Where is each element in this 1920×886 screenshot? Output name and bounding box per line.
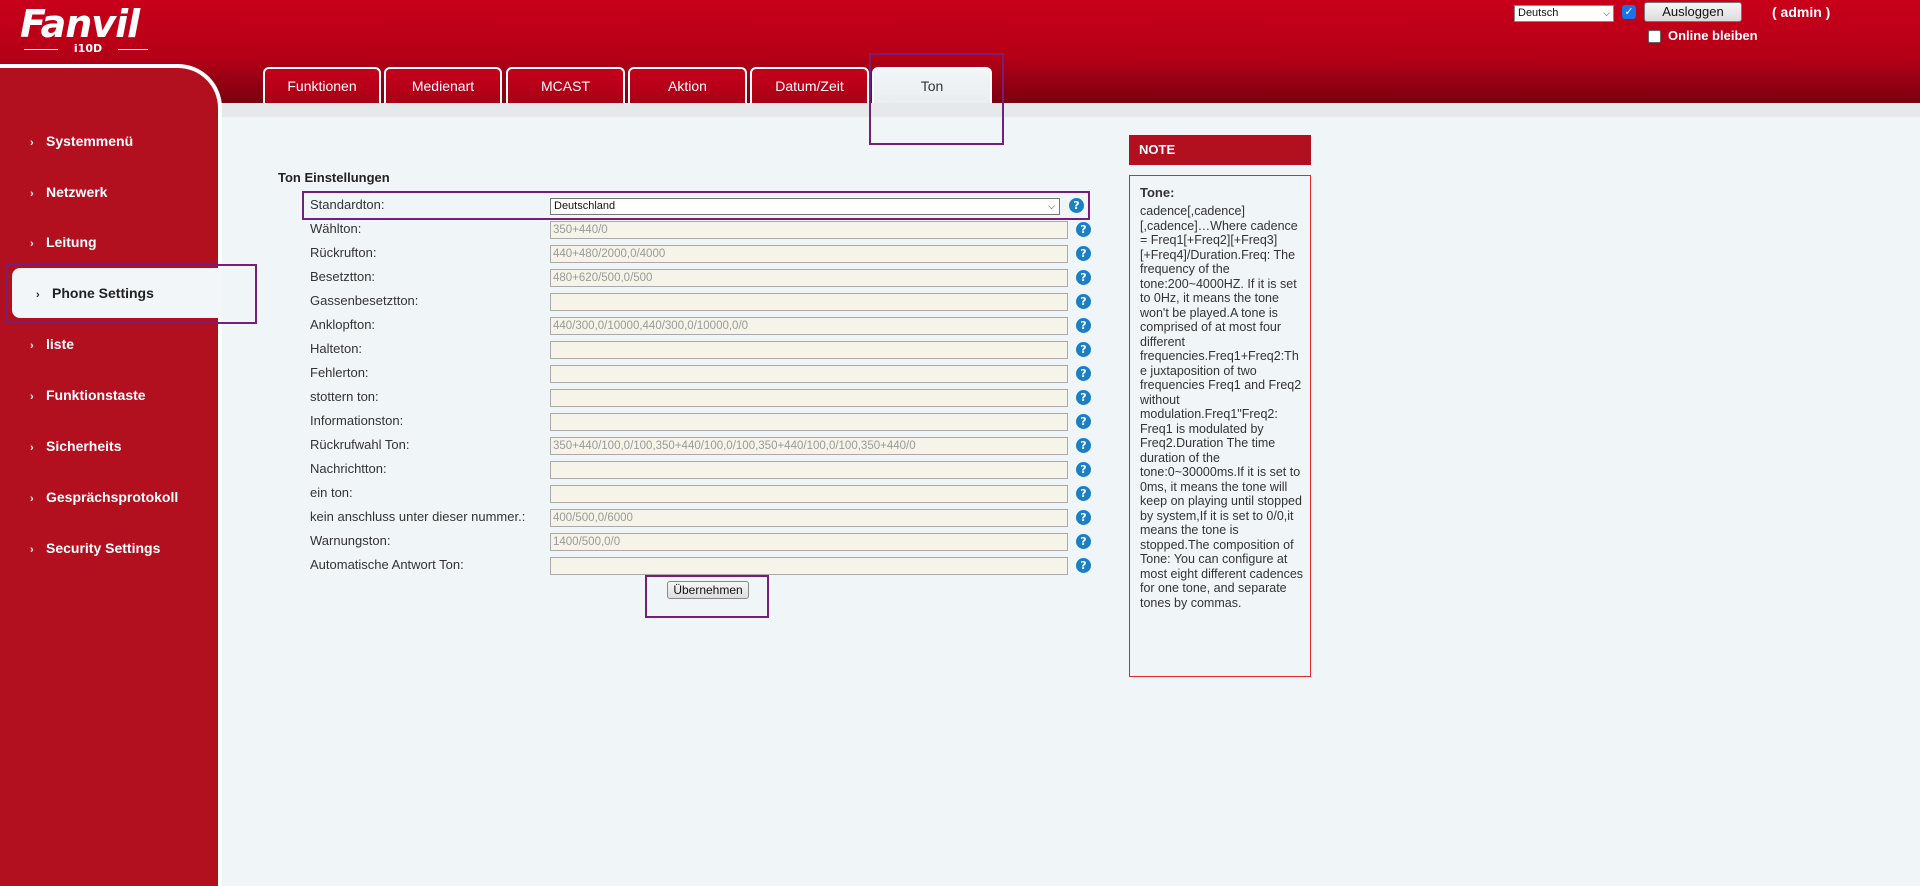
language-select-value: Deutsch (1518, 7, 1559, 19)
stutter-tone-input[interactable] (550, 389, 1068, 407)
tab-aktion[interactable]: Aktion (628, 67, 747, 104)
note-panel: Tone: cadence[,cadence][,cadence]…Where … (1129, 175, 1311, 677)
holding-tone-label: Halteton: (310, 341, 363, 356)
help-icon[interactable]: ? (1076, 390, 1091, 405)
sidebar-item-label: Gesprächsprotokoll (46, 489, 179, 505)
sidebar-item-label: Funktionstaste (46, 387, 146, 403)
help-icon[interactable]: ? (1076, 294, 1091, 309)
error-tone-label: Fehlerton: (310, 365, 369, 380)
sidebar-item-funktionstaste[interactable]: › Funktionstaste (0, 370, 218, 420)
stutter-tone-label: stottern ton: (310, 389, 379, 404)
sidebar-item-gespraechsprotokoll[interactable]: › Gesprächsprotokoll (0, 472, 218, 522)
help-icon[interactable]: ? (1076, 222, 1091, 237)
congestion-tone-label: Gassenbesetztton: (310, 293, 419, 308)
information-tone-input[interactable] (550, 413, 1068, 431)
sidebar-item-label: Leitung (46, 234, 97, 250)
help-icon[interactable]: ? (1076, 438, 1091, 453)
online-checkbox[interactable] (1648, 30, 1661, 43)
error-tone-input[interactable] (550, 365, 1068, 383)
ringback-tone-input[interactable]: 440+480/2000,0/4000 (550, 245, 1068, 263)
ein-tone-input[interactable] (550, 485, 1068, 503)
highlight-box (5, 264, 257, 324)
sidebar-item-label: Sicherheits (46, 438, 122, 454)
language-checkbox[interactable]: ✓ (1622, 5, 1636, 19)
message-tone-input[interactable] (550, 461, 1068, 479)
help-icon[interactable]: ? (1076, 270, 1091, 285)
help-icon[interactable]: ? (1076, 246, 1091, 261)
fanvil-logo: Fanvil i10D (20, 4, 148, 56)
dial-tone-label: Wählton: (310, 221, 362, 236)
help-icon[interactable]: ? (1076, 558, 1091, 573)
tab-content-band (222, 103, 1920, 117)
tab-medienart[interactable]: Medienart (384, 67, 502, 104)
sidebar-item-label: liste (46, 336, 75, 352)
language-select[interactable]: Deutsch ⌵ (1514, 5, 1614, 22)
sidebar-item-label: Systemmenü (46, 133, 134, 149)
ein-tone-label: ein ton: (310, 485, 353, 500)
note-text: cadence[,cadence][,cadence]…Where cadenc… (1140, 204, 1304, 610)
warning-tone-label: Warnungston: (310, 533, 391, 548)
help-icon[interactable]: ? (1076, 510, 1091, 525)
help-icon[interactable]: ? (1076, 342, 1091, 357)
callback-dial-tone-label: Rückrufwahl Ton: (310, 437, 410, 452)
chevron-right-icon: › (30, 238, 34, 250)
logo-model: i10D (73, 42, 103, 55)
tab-mcast[interactable]: MCAST (506, 67, 625, 104)
user-label: ( admin ) (1772, 4, 1831, 20)
warning-tone-input[interactable]: 1400/500,0/0 (550, 533, 1068, 551)
highlight-box (302, 191, 1090, 220)
congestion-tone-input[interactable] (550, 293, 1068, 311)
message-tone-label: Nachrichtton: (310, 461, 387, 476)
logout-button[interactable]: Ausloggen (1644, 2, 1742, 22)
help-icon[interactable]: ? (1076, 486, 1091, 501)
chevron-right-icon: › (30, 137, 34, 149)
chevron-right-icon: › (30, 442, 34, 454)
chevron-right-icon: › (30, 188, 34, 200)
logo-text: Fanvil (20, 2, 140, 46)
dial-tone-input[interactable]: 350+440/0 (550, 221, 1068, 239)
call-waiting-tone-input[interactable]: 440/300,0/10000,440/300,0/10000,0/0 (550, 317, 1068, 335)
sidebar-item-netzwerk[interactable]: › Netzwerk (0, 167, 218, 217)
busy-tone-input[interactable]: 480+620/500,0/500 (550, 269, 1068, 287)
highlight-box (645, 575, 769, 618)
chevron-right-icon: › (30, 544, 34, 556)
ringback-tone-label: Rückrufton: (310, 245, 377, 260)
chevron-right-icon: › (30, 391, 34, 403)
logo-divider (118, 49, 148, 50)
callback-dial-tone-input[interactable]: 350+440/100,0/100,350+440/100,0/100,350+… (550, 437, 1068, 455)
help-icon[interactable]: ? (1076, 534, 1091, 549)
sidebar-item-leitung[interactable]: › Leitung (0, 217, 218, 267)
section-title: Ton Einstellungen (278, 170, 390, 185)
sidebar-item-security-settings[interactable]: › Security Settings (0, 523, 218, 573)
no-number-tone-input[interactable]: 400/500,0/6000 (550, 509, 1068, 527)
note-header: NOTE (1129, 135, 1311, 165)
no-number-tone-label: kein anschluss unter dieser nummer.: (310, 509, 526, 524)
help-icon[interactable]: ? (1076, 414, 1091, 429)
tab-funktionen[interactable]: Funktionen (263, 67, 381, 104)
chevron-right-icon: › (30, 340, 34, 352)
note-title: Tone: (1140, 185, 1175, 200)
auto-answer-tone-input[interactable] (550, 557, 1068, 575)
auto-answer-tone-label: Automatische Antwort Ton: (310, 557, 464, 572)
information-tone-label: Informationston: (310, 413, 404, 428)
sidebar-item-systemmenu[interactable]: › Systemmenü (0, 116, 218, 166)
help-icon[interactable]: ? (1076, 318, 1091, 333)
sidebar-item-sicherheits[interactable]: › Sicherheits (0, 421, 218, 471)
sidebar-item-liste[interactable]: › liste (0, 319, 218, 369)
sidebar-item-label: Security Settings (46, 540, 161, 556)
call-waiting-tone-label: Anklopfton: (310, 317, 376, 332)
tab-datum-zeit[interactable]: Datum/Zeit (750, 67, 869, 104)
holding-tone-input[interactable] (550, 341, 1068, 359)
busy-tone-label: Besetztton: (310, 269, 376, 284)
chevron-down-icon: ⌵ (1603, 8, 1610, 18)
help-icon[interactable]: ? (1076, 462, 1091, 477)
online-label: Online bleiben (1668, 28, 1758, 43)
sidebar-item-label: Netzwerk (46, 184, 108, 200)
help-icon[interactable]: ? (1076, 366, 1091, 381)
highlight-box (869, 53, 1004, 145)
chevron-right-icon: › (30, 493, 34, 505)
logo-divider (24, 49, 58, 50)
